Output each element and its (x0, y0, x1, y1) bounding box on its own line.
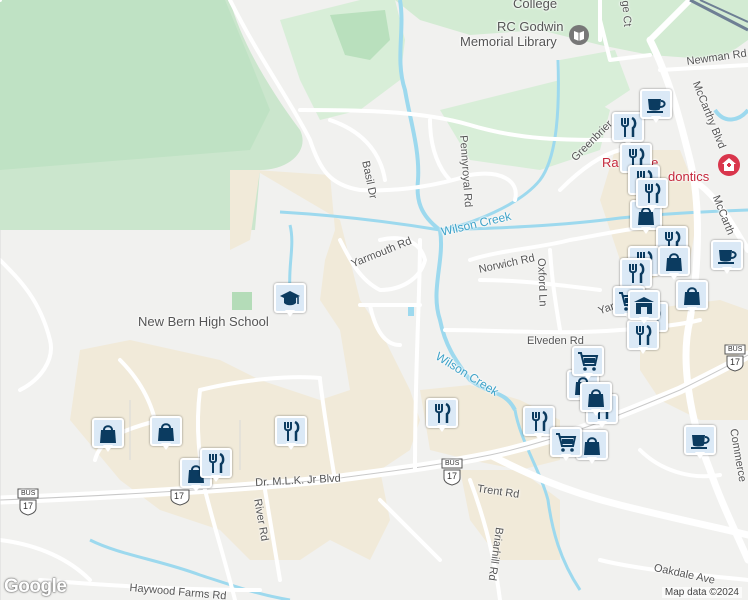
street-oxford: Oxford Ln (535, 257, 549, 307)
place-marker-shopping-bag[interactable] (150, 416, 182, 452)
street-college-ct: ge Ct (619, 0, 634, 28)
place-marker-shopping-cart[interactable] (550, 427, 582, 463)
school-icon (280, 291, 300, 306)
orthodontics-label-line2: dontics (668, 169, 710, 184)
cafe-icon (647, 99, 666, 113)
shopping-bag-icon (158, 423, 174, 441)
restaurant-icon (629, 262, 645, 283)
map-attribution[interactable]: Map data ©2024 (661, 587, 742, 598)
library-label-line1: RC Godwin (497, 19, 564, 34)
college-label: College (513, 0, 558, 11)
shopping-cart-icon (578, 352, 599, 371)
library-label-line2: Memorial Library (460, 34, 557, 49)
shopping-bag-icon (584, 437, 600, 455)
bus-label-4: BUS (728, 346, 743, 353)
place-marker-cafe[interactable] (640, 89, 672, 125)
restaurant-icon (532, 410, 548, 431)
shopping-cart-icon (556, 433, 577, 452)
restaurant-icon (621, 116, 637, 137)
route-number-3: 17 (447, 471, 458, 481)
place-marker-restaurant[interactable] (426, 398, 458, 434)
shopping-bag-icon (684, 287, 700, 305)
place-marker-restaurant[interactable] (275, 416, 307, 452)
place-marker-cafe[interactable] (711, 240, 743, 276)
bus-label-1: BUS (21, 490, 36, 497)
route-number-1: 17 (23, 501, 34, 511)
restaurant-icon (435, 402, 451, 423)
library-icon[interactable] (569, 25, 589, 45)
restaurant-icon (284, 420, 300, 441)
place-marker-restaurant[interactable] (200, 448, 232, 484)
cafe-icon (718, 250, 737, 264)
place-marker-shopping-bag[interactable] (92, 418, 124, 454)
supermarket-icon (634, 297, 654, 314)
place-marker-cafe[interactable] (684, 425, 716, 461)
place-marker-shopping-bag[interactable] (658, 246, 690, 282)
place-marker-school[interactable] (274, 283, 306, 319)
cafe-icon (691, 435, 710, 449)
place-marker-shopping-cart[interactable] (572, 346, 604, 382)
place-marker-restaurant[interactable] (636, 178, 668, 214)
bus-label-3: BUS (445, 460, 460, 467)
place-marker-supermarket[interactable] (628, 290, 660, 326)
place-marker-shopping-bag[interactable] (580, 382, 612, 418)
route-number-4: 17 (730, 357, 741, 367)
high-school-label: New Bern High School (138, 314, 269, 329)
dental-icon[interactable] (718, 154, 740, 176)
shopping-bag-icon (100, 425, 116, 443)
map-canvas[interactable]: College RC Godwin Memorial Library New B… (0, 0, 748, 600)
restaurant-icon (209, 452, 225, 473)
shopping-bag-icon (666, 253, 682, 271)
shopping-bag-icon (588, 389, 604, 407)
restaurant-icon (645, 182, 661, 203)
place-marker-shopping-bag[interactable] (676, 280, 708, 316)
restaurant-icon (636, 324, 652, 345)
google-logo[interactable]: Google (4, 576, 67, 598)
